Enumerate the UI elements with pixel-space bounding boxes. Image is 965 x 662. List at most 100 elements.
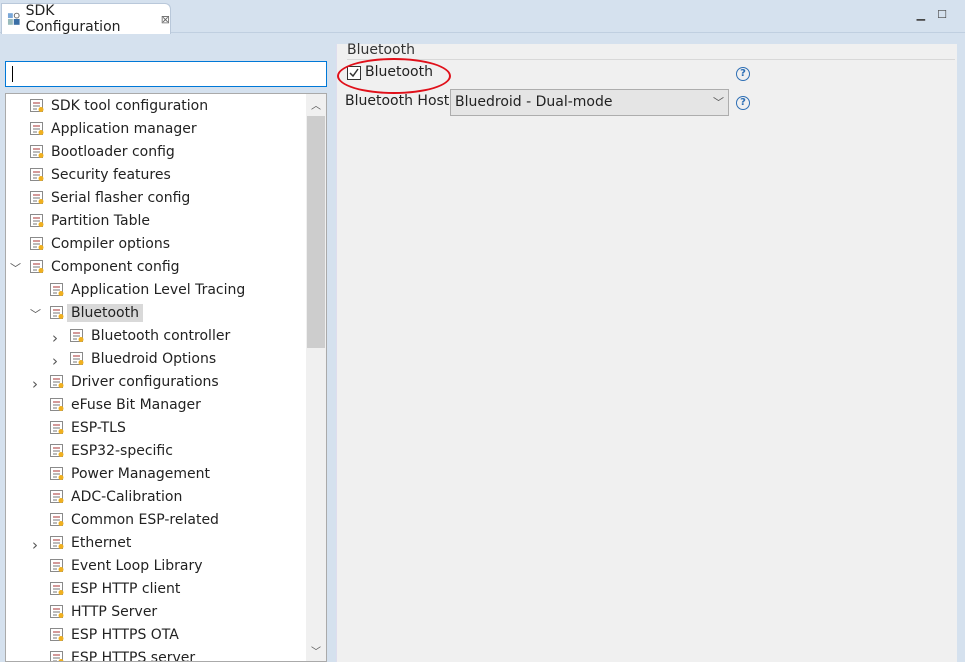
tree-item[interactable]: Event Loop Library — [50, 555, 203, 577]
selected-value: Bluedroid - Dual-mode — [455, 94, 613, 110]
tree-item-label: ESP32-specific — [71, 443, 173, 459]
scroll-down-icon[interactable]: ﹀ — [306, 643, 326, 658]
tree-item-label: Partition Table — [51, 213, 150, 229]
editor-content: ︿ ﹀ SDK tool configuration Application ma… — [0, 34, 965, 662]
tree-item-label: Bluetooth — [67, 304, 143, 322]
config-page-icon — [50, 628, 64, 641]
scrollbar-thumb[interactable] — [307, 116, 325, 348]
help-icon[interactable]: ? — [736, 96, 750, 110]
minimize-icon[interactable]: ▁ — [917, 8, 925, 21]
tree-scrollbar[interactable]: ︿ ﹀ — [306, 94, 326, 661]
help-icon[interactable]: ? — [736, 67, 750, 81]
tree-item-label: HTTP Server — [71, 604, 158, 620]
tree-item-label: eFuse Bit Manager — [71, 397, 201, 413]
tree-item[interactable]: Compiler options — [30, 233, 170, 255]
tree-item-label: ESP HTTP client — [71, 581, 181, 597]
config-page-icon — [50, 467, 64, 480]
tree-item[interactable]: Bluetooth controller — [70, 325, 230, 347]
config-page-icon — [30, 191, 44, 204]
tree-item[interactable]: Common ESP-related — [50, 509, 219, 531]
tree-item[interactable]: Serial flasher config — [30, 187, 190, 209]
sdk-config-icon — [7, 12, 20, 25]
config-tree: ︿ ﹀ SDK tool configuration Application ma… — [5, 93, 327, 662]
tree-item[interactable]: Bluetooth — [50, 302, 143, 324]
tree-item[interactable]: ESP-TLS — [50, 417, 126, 439]
config-page-icon — [50, 605, 64, 618]
tree-item[interactable]: Application manager — [30, 118, 197, 140]
tree-item-label: Component config — [51, 259, 180, 275]
config-page-icon — [50, 283, 64, 296]
bluetooth-host-label: Bluetooth Host — [345, 93, 450, 109]
tree-item-label: Power Management — [71, 466, 211, 482]
group-divider — [347, 59, 955, 60]
tree-item-label: Security features — [51, 167, 171, 183]
config-page-icon — [30, 237, 44, 250]
tree-item-label: Ethernet — [71, 535, 132, 551]
tree-item[interactable]: ESP HTTPS OTA — [50, 624, 179, 646]
config-page-icon — [30, 168, 44, 181]
tree-item[interactable]: ESP HTTP client — [50, 578, 180, 600]
chevron-right-icon[interactable]: › — [30, 536, 40, 554]
config-page-icon — [70, 352, 84, 365]
tree-item[interactable]: eFuse Bit Manager — [50, 394, 201, 416]
tree-item[interactable]: Bootloader config — [30, 141, 175, 163]
tab-title: SDK Configuration — [25, 3, 121, 35]
tree-item-label: ESP HTTPS server — [71, 650, 196, 662]
config-page-icon — [70, 329, 84, 342]
chevron-down-icon[interactable]: ﹀ — [30, 306, 41, 322]
tree-item[interactable]: HTTP Server — [50, 601, 157, 623]
tree-item-label: Bluetooth controller — [91, 328, 231, 344]
bluetooth-host-select[interactable]: Bluedroid - Dual-mode ﹀ — [450, 89, 729, 116]
tree-item-label: ESP-TLS — [71, 420, 126, 436]
editor-tab-bar: SDK Configuration ⊠ ▁ ☐ — [0, 0, 965, 35]
chevron-right-icon[interactable]: › — [50, 329, 60, 347]
tree-item[interactable]: Application Level Tracing — [50, 279, 245, 301]
tree-item[interactable]: ESP HTTPS server — [50, 647, 196, 662]
highlight-ellipse — [337, 58, 451, 94]
scroll-up-icon[interactable]: ︿ — [306, 97, 326, 112]
config-page-icon — [50, 306, 64, 319]
tree-item-label: ESP HTTPS OTA — [71, 627, 179, 643]
tree-item[interactable]: Bluedroid Options — [70, 348, 216, 370]
tree-item-label: Driver configurations — [71, 374, 219, 390]
config-page-icon — [50, 375, 64, 388]
config-page-icon — [30, 214, 44, 227]
config-page-icon — [50, 398, 64, 411]
config-page-icon — [50, 513, 64, 526]
tree-item[interactable]: Ethernet — [50, 532, 131, 554]
config-page-icon — [30, 260, 44, 273]
tree-item-label: Bootloader config — [51, 144, 175, 160]
tree-item[interactable]: Component config — [30, 256, 180, 278]
config-page-icon — [50, 444, 64, 457]
config-page-icon — [50, 651, 64, 661]
chevron-right-icon[interactable]: › — [30, 375, 40, 393]
tree-item[interactable]: Driver configurations — [50, 371, 219, 393]
config-page-icon — [50, 536, 64, 549]
tree-item-label: Application manager — [51, 121, 197, 137]
tree-item-label: SDK tool configuration — [51, 98, 209, 114]
tree-item-label: Event Loop Library — [71, 558, 203, 574]
config-page-icon — [50, 490, 64, 503]
tree-item[interactable]: SDK tool configuration — [30, 95, 208, 117]
tree-item[interactable]: Security features — [30, 164, 171, 186]
chevron-right-icon[interactable]: › — [50, 352, 60, 370]
config-page-icon — [30, 122, 44, 135]
tree-item-label: Compiler options — [51, 236, 171, 252]
tree-item[interactable]: ESP32-specific — [50, 440, 173, 462]
config-page-icon — [50, 421, 64, 434]
text-caret — [12, 66, 13, 82]
tab-sdk-configuration[interactable]: SDK Configuration ⊠ — [1, 3, 171, 35]
chevron-down-icon[interactable]: ﹀ — [10, 260, 21, 276]
config-page-icon — [30, 99, 44, 112]
tree-item[interactable]: ADC-Calibration — [50, 486, 182, 508]
tree-item[interactable]: Partition Table — [30, 210, 150, 232]
maximize-icon[interactable]: ☐ — [937, 8, 947, 21]
group-title: Bluetooth — [347, 42, 415, 58]
close-icon[interactable]: ⊠ — [161, 13, 170, 26]
settings-panel: Bluetooth Bluetooth ? Bluetooth Host Blu… — [336, 42, 957, 662]
tree-item[interactable]: Power Management — [50, 463, 210, 485]
config-page-icon — [50, 582, 64, 595]
config-page-icon — [50, 559, 64, 572]
tree-item-label: Serial flasher config — [51, 190, 191, 206]
search-input[interactable] — [5, 61, 327, 87]
